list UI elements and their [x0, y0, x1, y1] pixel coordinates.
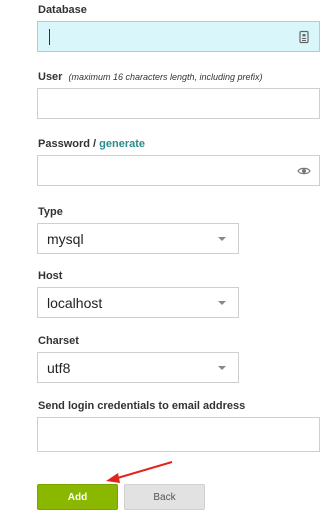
- email-label: Send login credentials to email address: [38, 400, 246, 412]
- password-label: Password / generate: [38, 138, 145, 150]
- password-label-text: Password: [38, 138, 90, 150]
- user-label-note: (maximum 16 characters length, including…: [68, 72, 263, 82]
- chevron-down-icon: [218, 237, 226, 241]
- user-label: User (maximum 16 characters length, inclu…: [38, 71, 263, 83]
- chevron-down-icon: [218, 366, 226, 370]
- password-label-separator: /: [89, 138, 100, 150]
- add-button[interactable]: Add: [37, 484, 118, 510]
- text-caret: [49, 29, 50, 45]
- password-input[interactable]: [37, 155, 320, 186]
- generate-password-link[interactable]: generate: [99, 138, 145, 150]
- type-select-value: mysql: [47, 231, 84, 247]
- user-label-text: User: [38, 71, 63, 83]
- type-select[interactable]: mysql: [37, 223, 239, 254]
- back-button[interactable]: Back: [124, 484, 205, 510]
- host-select-value: localhost: [47, 295, 103, 311]
- charset-label: Charset: [38, 335, 79, 347]
- charset-select-value: utf8: [47, 360, 71, 376]
- user-input[interactable]: [37, 88, 320, 119]
- chevron-down-icon: [218, 301, 226, 305]
- email-input[interactable]: [37, 417, 320, 452]
- database-label: Database: [38, 4, 87, 16]
- database-input[interactable]: [37, 21, 320, 52]
- charset-select[interactable]: utf8: [37, 352, 239, 383]
- host-label: Host: [38, 270, 63, 282]
- host-select[interactable]: localhost: [37, 287, 239, 318]
- eye-icon[interactable]: [297, 164, 311, 178]
- type-label: Type: [38, 206, 63, 218]
- contact-card-icon[interactable]: [297, 30, 311, 44]
